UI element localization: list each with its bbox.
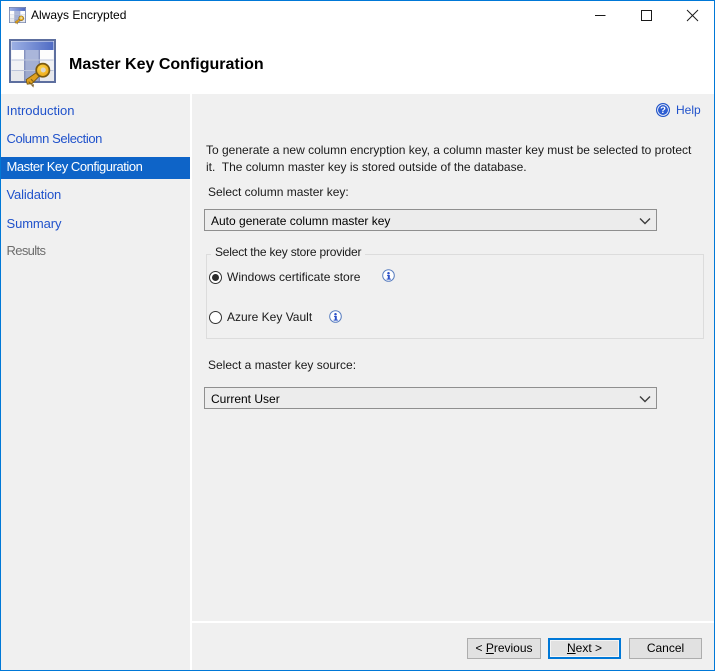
svg-text:?: ? — [660, 105, 666, 116]
